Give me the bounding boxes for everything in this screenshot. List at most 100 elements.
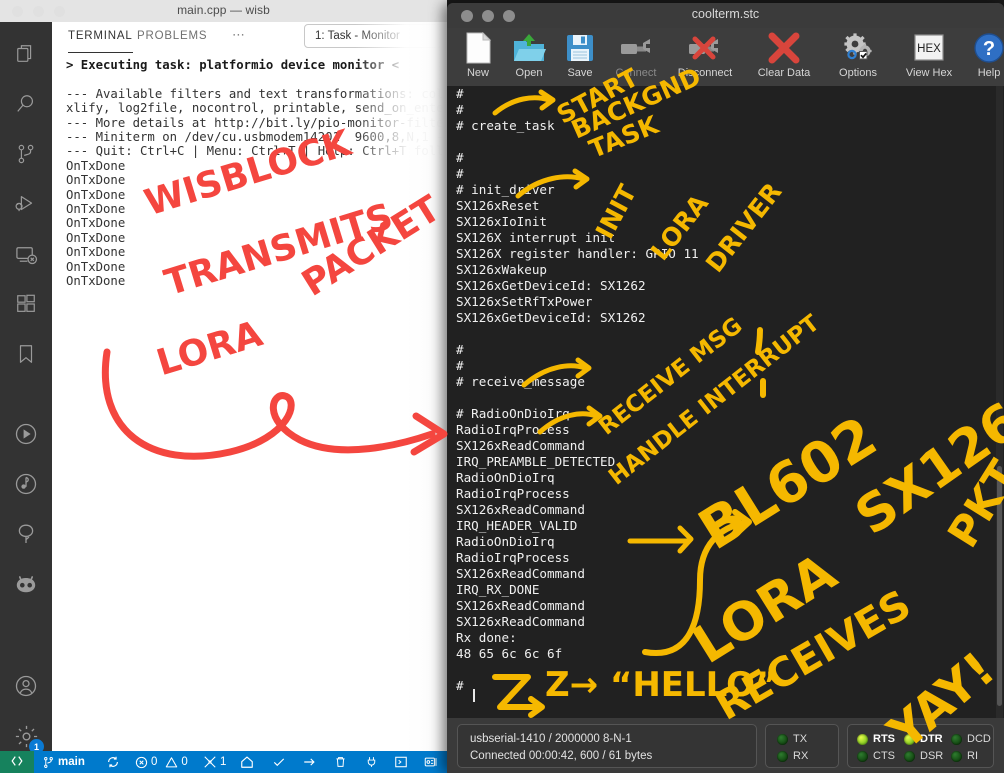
scrollbar-thumb[interactable] [997,466,1002,706]
svg-text:?: ? [983,38,995,60]
ri-label: RI [967,750,978,762]
dcd-label: DCD [967,733,991,745]
coolterm-line: # create_task [456,118,555,133]
status-serial-monitor[interactable] [424,751,439,773]
options-button[interactable]: Options [825,30,891,86]
coolterm-status-bar: usbserial-1410 / 2000000 8-N-1 Connected… [447,718,1004,773]
view-hex-button-label: View Hex [905,67,953,79]
sidebar-item-tree[interactable] [0,510,52,558]
sidebar-item-testing[interactable] [0,460,52,508]
terminal-cursor [473,689,475,702]
sidebar-item-remote-explorer[interactable] [0,230,52,278]
sidebar-item-run-and-debug[interactable] [0,180,52,228]
connect-button[interactable]: Connect [605,30,667,86]
cts-label: CTS [873,750,895,762]
options-button-label: Options [839,67,877,79]
coolterm-line: RadioOnDioIrq [456,470,555,485]
coolterm-line: # [456,342,464,357]
status-problems[interactable]: 0 0 [135,751,188,773]
rx-led [777,750,788,762]
coolterm-line-blank [447,326,1004,342]
coolterm-line-blank [447,390,1004,406]
usb-disconnect-icon [685,30,725,66]
gears-icon [841,30,875,66]
dtr-led [904,733,915,745]
coolterm-scrollbar[interactable] [996,86,1003,718]
coolterm-terminal-output[interactable]: # # # create_task # # # init_driver SX12… [447,86,1004,718]
txrx-led-box: TX RX [765,724,839,768]
rts-label: RTS [873,733,895,745]
save-button[interactable]: Save [555,30,605,86]
sidebar-item-run[interactable] [0,410,52,458]
status-remote-indicator[interactable] [0,751,34,773]
disconnect-button[interactable]: Disconnect [667,30,743,86]
vscode-terminal-output[interactable]: > Executing task: platformio device moni… [52,58,447,751]
sidebar-item-source-control[interactable] [0,130,52,178]
terminal-line: OnTxDone [66,202,126,217]
usb-connect-icon [618,30,654,66]
tx-led [777,733,788,745]
sidebar-item-search[interactable] [0,80,52,128]
coolterm-line: RadioOnDioIrq [456,534,555,549]
question-circle-icon: ? [973,30,1004,66]
sidebar-item-accounts[interactable] [0,662,52,710]
open-button[interactable]: Open [503,30,555,86]
coolterm-line: SX126xReadCommand [456,598,585,613]
status-terminal[interactable] [394,751,408,773]
terminal-selector-dropdown[interactable]: 1: Task - Monitor [304,24,447,48]
coolterm-line: # [456,166,464,181]
tools-icon [203,755,217,769]
terminal-selector-value: 1: Task - Monitor [315,30,400,42]
hex-icon: HEX [912,30,946,66]
panel-more-button[interactable]: ⋯ [232,27,246,43]
terminal-line: OnTxDone [66,158,126,173]
coolterm-line: SX126xReadCommand [456,502,585,517]
coolterm-line: SX126xGetDeviceId: SX1262 [456,278,646,293]
connection-status-label: Connected 00:00:42, 600 / 61 bytes [470,750,653,762]
clear-data-button[interactable]: Clear Data [743,30,825,86]
help-button[interactable]: ? Help [967,30,1004,86]
sidebar-item-bookmarks[interactable] [0,330,52,378]
status-home[interactable] [240,751,254,773]
coolterm-line: SX126X register handler: GPIO 11 [456,246,699,261]
coolterm-line: RadioIrqProcess [456,422,570,437]
status-build-check[interactable] [272,751,286,773]
vscode-titlebar: main.cpp — wisb [0,0,447,22]
play-circle-icon [14,422,38,446]
status-branch[interactable]: main [42,751,85,773]
source-control-icon [42,756,55,769]
tab-problems[interactable]: PROBLEMS [137,30,207,42]
tab-terminal[interactable]: TERMINAL [68,30,133,53]
coolterm-titlebar: coolterm.stc [447,3,1004,28]
sidebar-item-extensions[interactable] [0,280,52,328]
status-serial-port[interactable] [365,751,378,773]
status-sync[interactable] [106,751,120,773]
vscode-activity-bar: 1 [0,22,52,754]
sidebar-item-explorer[interactable] [0,30,52,78]
open-button-label: Open [515,67,543,79]
dtr-label: DTR [920,733,943,745]
coolterm-line: # [456,102,464,117]
rx-label: RX [793,750,809,762]
sidebar-item-platformio[interactable] [0,560,52,608]
rts-led [857,733,868,745]
serial-monitor-icon [424,755,439,769]
port-settings-label: usbserial-1410 / 2000000 8-N-1 [470,733,632,745]
terminal-line: --- More details at http://bit.ly/pio-mo… [66,115,447,130]
view-hex-button[interactable]: HEX View Hex [891,30,967,86]
status-build[interactable]: 1 [203,751,226,773]
terminal-line: --- Quit: Ctrl+C | Menu: Ctrl+T | Help: … [66,144,447,159]
coolterm-line-blank [447,662,1004,678]
warning-icon [165,756,178,769]
svg-text:HEX: HEX [917,43,941,55]
terminal-line: > Executing task: platformio device moni… [66,58,400,72]
status-upload[interactable] [302,751,317,773]
source-control-icon [15,143,37,165]
terminal-icon [394,755,408,769]
new-button[interactable]: New [453,30,503,86]
save-button-label: Save [567,67,593,79]
coolterm-line: SX126xReset [456,198,540,213]
remote-indicator-icon [10,754,24,771]
status-clean[interactable] [334,751,347,773]
